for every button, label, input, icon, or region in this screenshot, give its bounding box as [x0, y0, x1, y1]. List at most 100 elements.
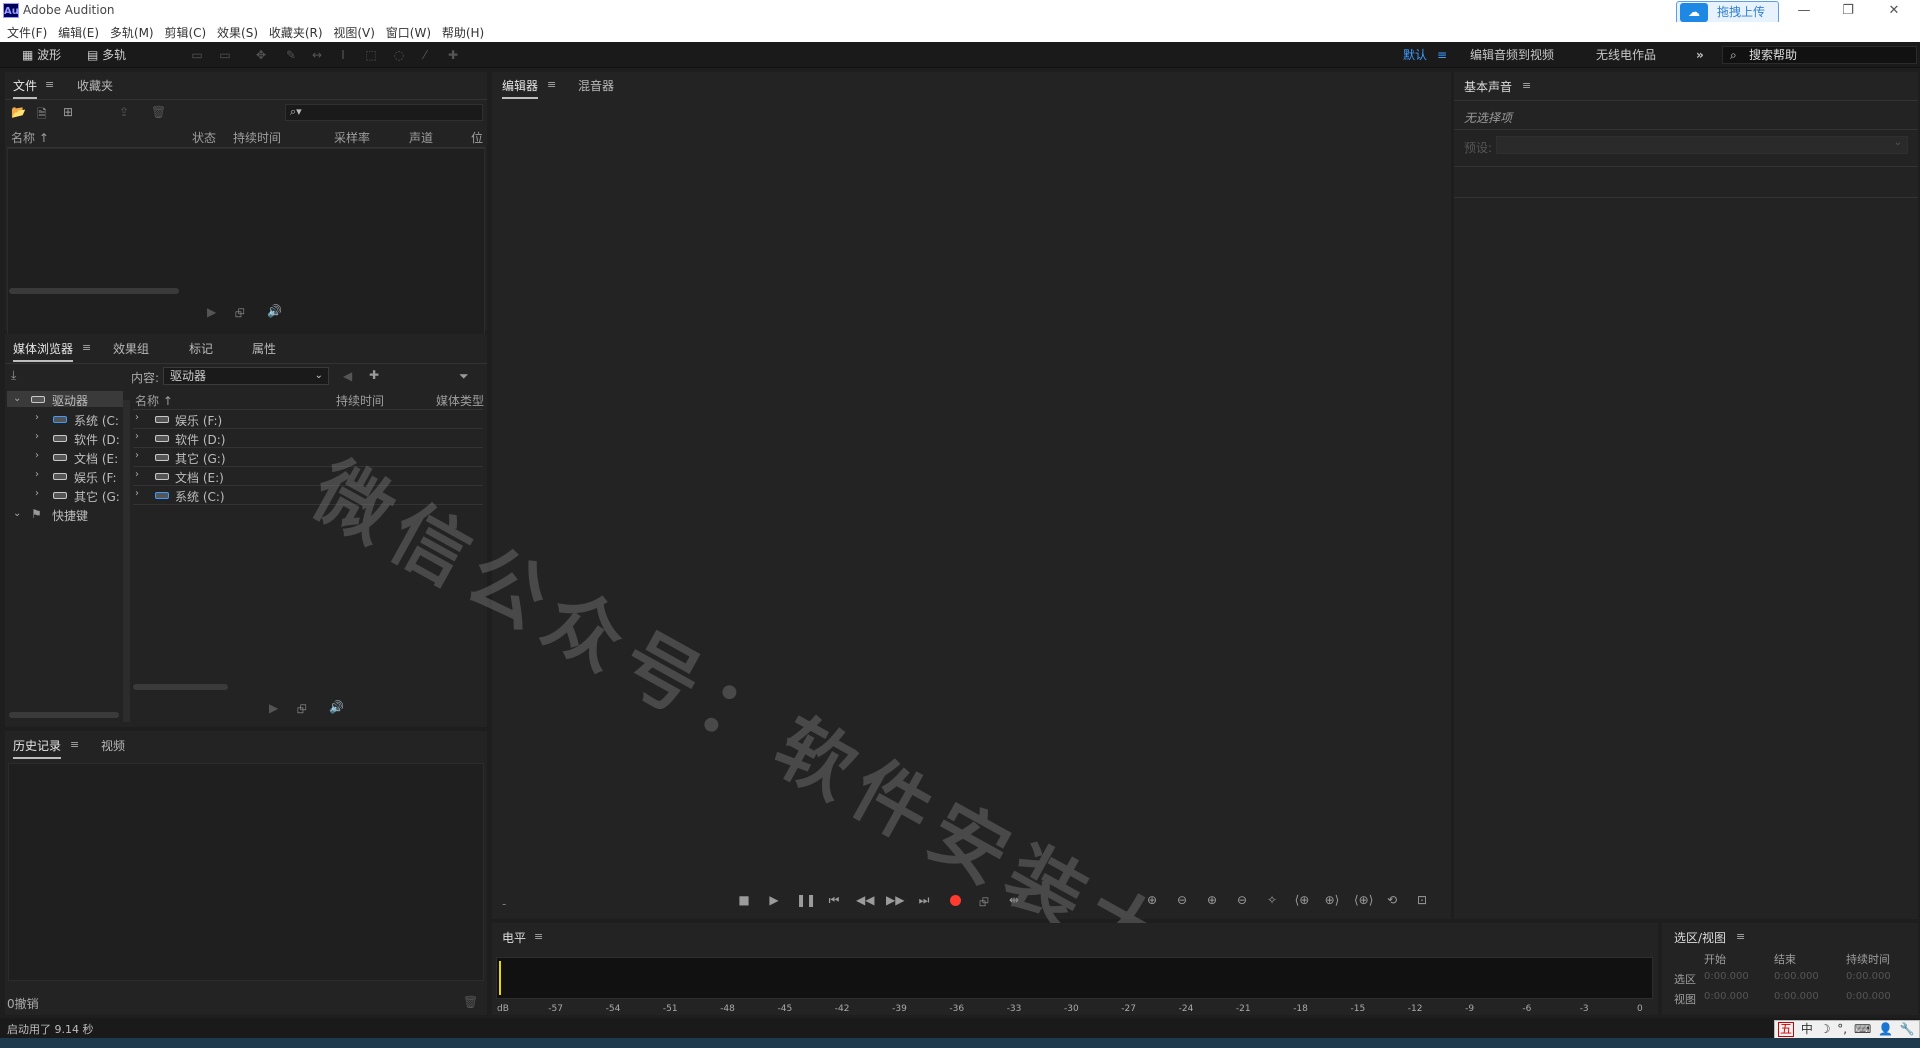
close-icon[interactable]: ✕	[1882, 2, 1906, 20]
ime-chinese-icon[interactable]: 中	[1801, 1021, 1813, 1038]
razor-tool-icon[interactable]: ✎	[282, 47, 300, 63]
essential-sound-menu-icon[interactable]: ≡	[1522, 79, 1531, 92]
fast-forward-icon[interactable]: ▶▶	[886, 893, 904, 907]
tree-drive-f[interactable]: 娱乐 (F:	[74, 469, 117, 486]
list-item[interactable]: 软件 (D:)	[175, 431, 225, 448]
zoom-full-icon[interactable]: ✧	[1264, 893, 1280, 907]
ime-settings-icon[interactable]: 🔧	[1900, 1021, 1915, 1038]
chevron-right-icon[interactable]: ›	[35, 488, 39, 499]
chevron-right-icon[interactable]: ›	[135, 450, 139, 461]
col-name[interactable]: 名称 ↑	[11, 129, 49, 146]
history-list[interactable]	[8, 763, 484, 981]
add-shortcut-icon[interactable]: ✚	[369, 368, 379, 382]
list-item[interactable]: 文档 (E:)	[175, 469, 224, 486]
list-item[interactable]: 系统 (C:)	[175, 488, 225, 505]
chevron-right-icon[interactable]: ›	[135, 469, 139, 480]
zoom-tracks-icon[interactable]: ⊡	[1414, 893, 1430, 907]
upload-button[interactable]: ☁ 拖拽上传	[1676, 1, 1779, 24]
play-icon[interactable]: ▶	[207, 305, 216, 319]
zoom-selection-icon[interactable]: ⟨⊕⟩	[1354, 893, 1373, 907]
selection-start[interactable]: 0:00.000	[1704, 971, 1749, 982]
search-help-input[interactable]: ⌕ 搜索帮助	[1722, 46, 1917, 64]
tab-files[interactable]: 文件	[13, 77, 38, 99]
menu-multitrack[interactable]: 多轨(M)	[110, 22, 154, 41]
ime-halfwidth-icon[interactable]: ☽	[1820, 1021, 1831, 1038]
pitch-display-icon[interactable]: ▭	[216, 47, 234, 63]
chevron-down-icon[interactable]: ⌄	[13, 508, 21, 519]
minimize-icon[interactable]: —	[1792, 2, 1816, 20]
list-item[interactable]: 其它 (G:)	[175, 450, 226, 467]
media-browser-menu-icon[interactable]: ≡	[82, 341, 91, 354]
ime-user-icon[interactable]: 👤	[1878, 1021, 1893, 1038]
chevron-right-icon[interactable]: ›	[35, 469, 39, 480]
slip-tool-icon[interactable]: ↔	[308, 47, 326, 63]
col-channels[interactable]: 声道	[409, 129, 433, 146]
col-duration[interactable]: 持续时间	[336, 392, 384, 409]
selection-view-menu-icon[interactable]: ≡	[1736, 930, 1745, 943]
rewind-icon[interactable]: ◀◀	[856, 893, 874, 907]
menu-clip[interactable]: 剪辑(C)	[164, 22, 206, 41]
col-bits[interactable]: 位	[471, 129, 483, 146]
col-duration[interactable]: 持续时间	[233, 129, 281, 146]
stop-icon[interactable]: ■	[736, 893, 752, 907]
filter-icon[interactable]: ⏷	[459, 369, 469, 384]
ime-keyboard-icon[interactable]: ⌨	[1854, 1021, 1871, 1038]
selection-duration[interactable]: 0:00.000	[1846, 971, 1891, 982]
play-icon[interactable]: ▶	[269, 701, 278, 715]
col-media-type[interactable]: 媒体类型	[436, 392, 484, 409]
chevron-right-icon[interactable]: ›	[35, 431, 39, 442]
import-file-icon[interactable]: 🗎	[37, 105, 47, 126]
restore-icon[interactable]: ❐	[1836, 2, 1860, 20]
workspace-radio[interactable]: 无线电作品	[1596, 47, 1656, 63]
tree-drive-c[interactable]: 系统 (C:	[74, 412, 119, 429]
tab-favorites[interactable]: 收藏夹	[77, 77, 113, 94]
pause-icon[interactable]: ❚❚	[796, 893, 816, 907]
tab-properties[interactable]: 属性	[252, 340, 276, 357]
loop-icon[interactable]: ⮺	[235, 304, 245, 325]
view-start[interactable]: 0:00.000	[1704, 991, 1749, 1002]
col-sample-rate[interactable]: 采样率	[334, 129, 370, 146]
selection-end[interactable]: 0:00.000	[1774, 971, 1819, 982]
zoom-in-left-icon[interactable]: ⟨⊕	[1294, 893, 1310, 907]
open-media-icon[interactable]: ⤓	[11, 368, 16, 383]
tab-video[interactable]: 视频	[101, 737, 125, 754]
skip-forward-icon[interactable]: ⏭	[916, 893, 932, 908]
tree-drive-e[interactable]: 文档 (E:	[74, 450, 118, 467]
loop-playback-icon[interactable]: ⮺	[976, 893, 992, 914]
menu-view[interactable]: 视图(V)	[333, 22, 375, 41]
multitrack-view-button[interactable]: ▤ 多轨	[87, 46, 126, 64]
menu-edit[interactable]: 编辑(E)	[58, 22, 99, 41]
zoom-in-right-icon[interactable]: ⊕⟩	[1324, 893, 1340, 907]
play-icon[interactable]: ▶	[766, 893, 782, 907]
tab-media-browser[interactable]: 媒体浏览器	[13, 340, 74, 362]
editor-canvas[interactable]	[494, 100, 1449, 886]
tab-markers[interactable]: 标记	[189, 340, 213, 357]
files-panel-menu-icon[interactable]: ≡	[45, 78, 54, 91]
zoom-in-amplitude-icon[interactable]: ⊕	[1144, 893, 1160, 907]
tab-history[interactable]: 历史记录	[13, 737, 62, 759]
marquee-icon[interactable]: ⬚	[362, 47, 380, 63]
workspace-default[interactable]: 默认	[1403, 47, 1427, 63]
chevron-right-icon[interactable]: ›	[135, 488, 139, 499]
move-tool-icon[interactable]: ✥	[252, 47, 270, 63]
col-name[interactable]: 名称 ↑	[135, 392, 173, 409]
tab-editor[interactable]: 编辑器	[502, 77, 539, 99]
spot-healing-icon[interactable]: ✚	[444, 47, 462, 63]
spectral-display-icon[interactable]: ▭	[188, 47, 206, 63]
zoom-out-amplitude-icon[interactable]: ⊖	[1174, 893, 1190, 907]
list-item[interactable]: 娱乐 (F:)	[175, 412, 222, 429]
view-duration[interactable]: 0:00.000	[1846, 991, 1891, 1002]
col-status[interactable]: 状态	[192, 129, 216, 146]
more-workspaces-icon[interactable]: »	[1696, 47, 1704, 63]
menu-effects[interactable]: 效果(S)	[217, 22, 258, 41]
zoom-in-time-icon[interactable]: ⊕	[1204, 893, 1220, 907]
chevron-right-icon[interactable]: ›	[135, 412, 139, 423]
chevron-right-icon[interactable]: ›	[35, 450, 39, 461]
chevron-right-icon[interactable]: ›	[35, 412, 39, 423]
files-search-input[interactable]: ⌕▾	[285, 104, 483, 121]
tree-shortcuts[interactable]: 快捷键	[52, 507, 88, 524]
back-icon[interactable]: ◀	[343, 369, 352, 383]
ime-wubi-icon[interactable]: 五	[1778, 1022, 1795, 1037]
chevron-right-icon[interactable]: ›	[135, 431, 139, 442]
files-scrollbar[interactable]	[9, 288, 179, 294]
